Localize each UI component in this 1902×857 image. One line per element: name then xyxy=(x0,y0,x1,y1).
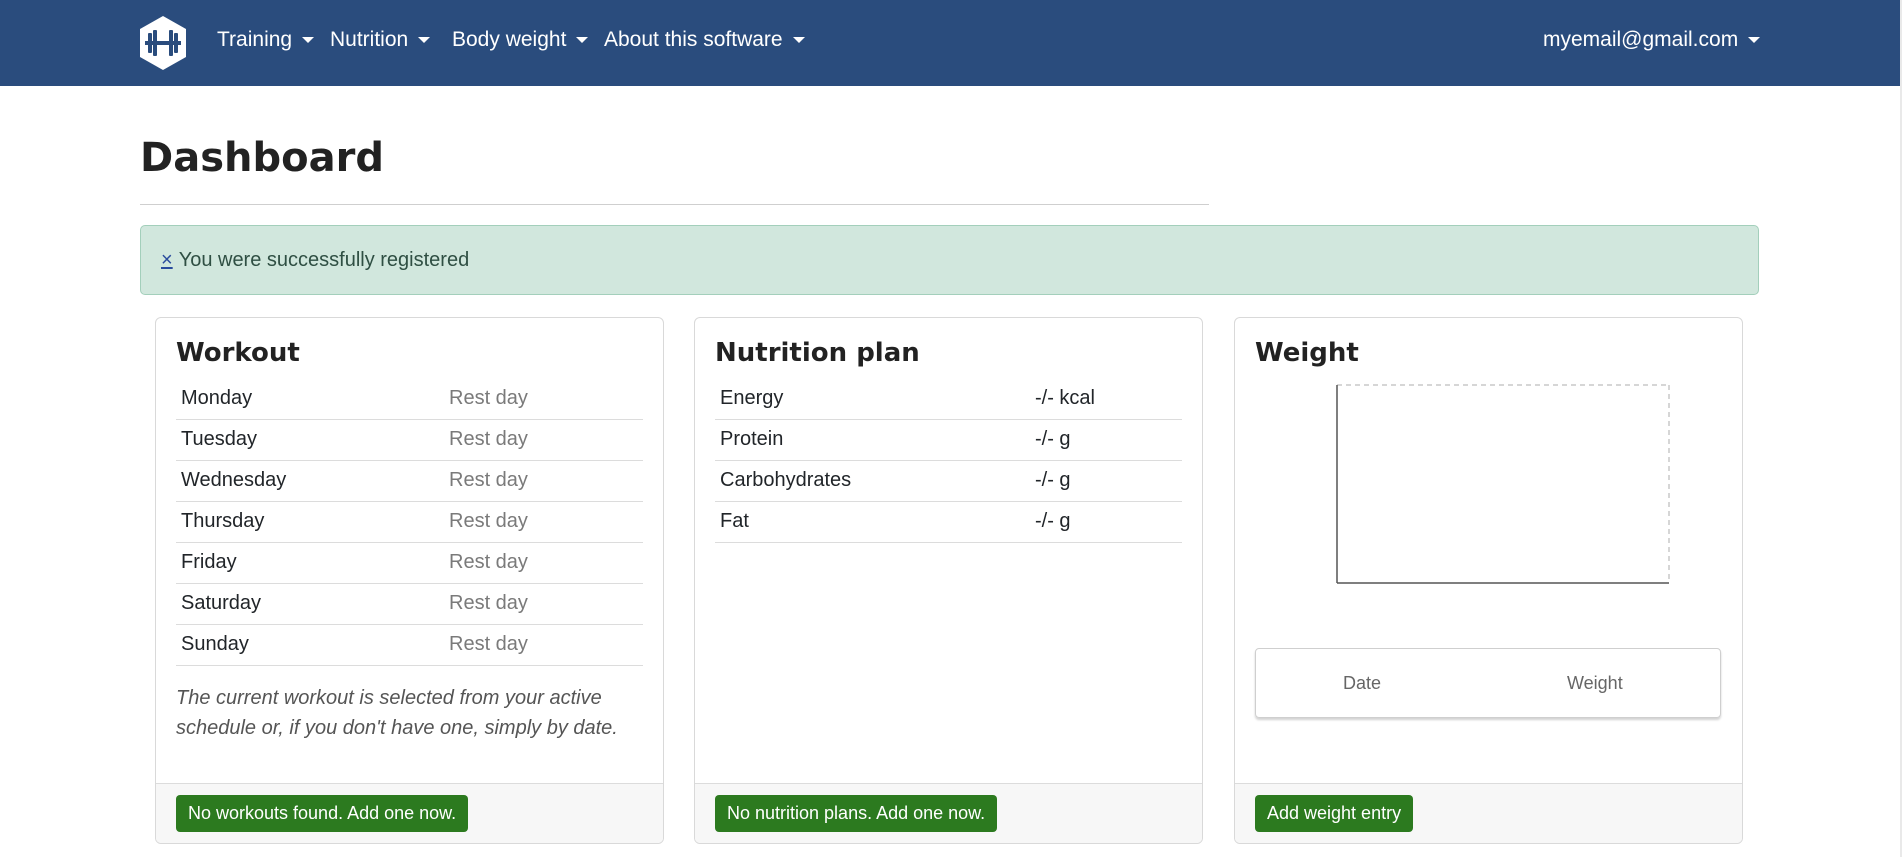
nav-nutrition-dropdown[interactable]: Nutrition xyxy=(330,28,431,52)
nutrition-card-title: Nutrition plan xyxy=(715,338,920,368)
nutrient-value: -/- kcal xyxy=(1030,378,1182,420)
nutrition-table: Energy -/- kcal Protein -/- g Carbohydra… xyxy=(715,378,1182,543)
weight-card-title: Weight xyxy=(1255,338,1359,368)
nutrient-value: -/- g xyxy=(1030,501,1182,543)
day-name: Wednesday xyxy=(176,460,444,502)
caret-down-icon xyxy=(576,37,589,43)
day-status: Rest day xyxy=(444,542,643,584)
table-row: Sunday Rest day xyxy=(176,624,643,666)
top-navbar: Training Nutrition Body weight About thi… xyxy=(0,0,1900,86)
table-row: Monday Rest day xyxy=(176,378,643,420)
table-row: Tuesday Rest day xyxy=(176,419,643,461)
day-status: Rest day xyxy=(444,583,643,625)
column-header-weight: Weight xyxy=(1567,673,1623,693)
column-header-date: Date xyxy=(1343,673,1382,693)
weight-entries-table: Date Weight xyxy=(1255,648,1721,718)
nav-body-weight-label: Body weight xyxy=(452,28,567,51)
caret-down-icon xyxy=(1748,37,1761,43)
table-row: Energy -/- kcal xyxy=(715,378,1182,420)
workout-card-footer: No workouts found. Add one now. xyxy=(156,783,663,843)
add-weight-entry-button[interactable]: Add weight entry xyxy=(1255,795,1414,832)
dumbbell-logo-icon[interactable] xyxy=(138,15,188,71)
user-email: myemail@gmail.com xyxy=(1543,28,1739,51)
add-nutrition-plan-button[interactable]: No nutrition plans. Add one now. xyxy=(715,795,998,832)
nutrient-value: -/- g xyxy=(1030,460,1182,502)
success-alert: × You were successfully registered xyxy=(140,225,1759,295)
caret-down-icon xyxy=(792,37,805,43)
user-account-dropdown[interactable]: myemail@gmail.com xyxy=(1543,28,1761,52)
alert-message: You were successfully registered xyxy=(178,248,470,271)
nutrient-name: Energy xyxy=(715,378,1030,420)
nutrient-name: Carbohydrates xyxy=(715,460,1030,502)
nav-body-weight-dropdown[interactable]: Body weight xyxy=(452,28,589,52)
nav-about-label: About this software xyxy=(604,28,783,51)
nutrient-name: Protein xyxy=(715,419,1030,461)
page-title: Dashboard xyxy=(140,135,384,181)
day-name: Thursday xyxy=(176,501,444,543)
day-name: Tuesday xyxy=(176,419,444,461)
day-name: Saturday xyxy=(176,583,444,625)
nutrient-value: -/- g xyxy=(1030,419,1182,461)
workout-card-title: Workout xyxy=(176,338,300,368)
day-status: Rest day xyxy=(444,419,643,461)
nav-about-dropdown[interactable]: About this software xyxy=(604,28,805,52)
add-workout-button[interactable]: No workouts found. Add one now. xyxy=(176,795,469,832)
day-name: Sunday xyxy=(176,624,444,666)
close-icon[interactable]: × xyxy=(161,249,173,272)
weight-chart-placeholder xyxy=(1336,384,1670,584)
table-row: Protein -/- g xyxy=(715,419,1182,461)
workout-table: Monday Rest day Tuesday Rest day Wednesd… xyxy=(176,378,643,666)
table-row: Fat -/- g xyxy=(715,501,1182,543)
nutrient-name: Fat xyxy=(715,501,1030,543)
table-row: Carbohydrates -/- g xyxy=(715,460,1182,502)
day-status: Rest day xyxy=(444,378,643,420)
day-status: Rest day xyxy=(444,624,643,666)
nav-training-label: Training xyxy=(217,28,293,51)
table-row: Thursday Rest day xyxy=(176,501,643,543)
day-status: Rest day xyxy=(444,460,643,502)
weight-card: Weight Date Weight Add weight entry xyxy=(1234,317,1743,844)
table-row: Wednesday Rest day xyxy=(176,460,643,502)
table-row: Saturday Rest day xyxy=(176,583,643,625)
title-divider xyxy=(140,204,1209,205)
table-row: Friday Rest day xyxy=(176,542,643,584)
workout-card: Workout Monday Rest day Tuesday Rest day… xyxy=(155,317,664,844)
day-status: Rest day xyxy=(444,501,643,543)
weight-card-footer: Add weight entry xyxy=(1235,783,1742,843)
caret-down-icon xyxy=(418,37,431,43)
nav-nutrition-label: Nutrition xyxy=(330,28,409,51)
nav-training-dropdown[interactable]: Training xyxy=(217,28,315,52)
nutrition-card: Nutrition plan Energy -/- kcal Protein -… xyxy=(694,317,1203,844)
caret-down-icon xyxy=(302,37,315,43)
nutrition-card-footer: No nutrition plans. Add one now. xyxy=(695,783,1202,843)
workout-note: The current workout is selected from you… xyxy=(176,687,618,739)
day-name: Monday xyxy=(176,378,444,420)
day-name: Friday xyxy=(176,542,444,584)
